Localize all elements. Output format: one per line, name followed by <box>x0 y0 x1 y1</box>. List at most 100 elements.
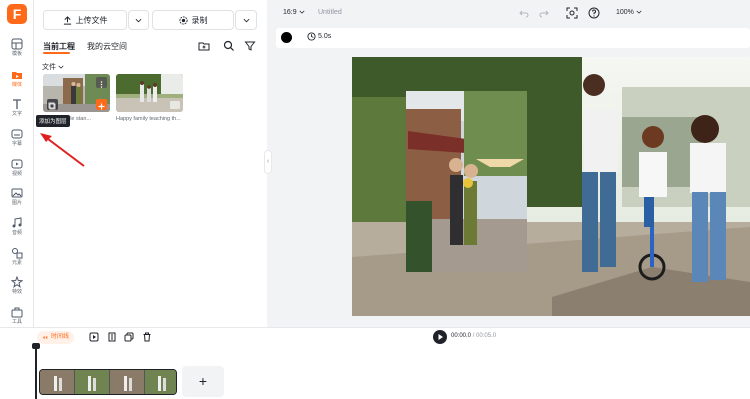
chevron-down-icon <box>135 18 142 22</box>
clock-icon <box>307 32 316 41</box>
duration-label: 5.0s <box>318 33 332 40</box>
preview-canvas[interactable] <box>352 57 750 316</box>
redo-icon[interactable] <box>539 8 549 18</box>
upload-label: 上传文件 <box>75 15 108 25</box>
media-icon <box>12 72 22 79</box>
clip-filmstrip <box>40 370 176 394</box>
record-dropdown-button[interactable] <box>235 10 257 30</box>
chevron-down-icon <box>58 65 64 69</box>
image-icon <box>11 188 23 198</box>
project-title[interactable]: Untitled <box>318 9 342 16</box>
rail-label: 文字 <box>11 111 22 117</box>
add-clip-button[interactable]: + <box>182 366 224 397</box>
upload-button[interactable]: 上传文件 <box>43 10 127 30</box>
tab-current-project[interactable]: 当前工程 <box>43 41 75 52</box>
rail-label: 工具 <box>11 319 22 325</box>
rail-label: 字幕 <box>11 141 22 147</box>
duration-control[interactable]: 5.0s <box>307 32 331 41</box>
audio-icon <box>12 217 22 228</box>
record-button[interactable]: 录制 <box>152 10 234 30</box>
time-display: 00:00.0 / 00:05.0 <box>451 333 496 339</box>
aspect-ratio-select[interactable]: 16:9 <box>283 9 305 16</box>
plus-icon <box>98 103 105 110</box>
editor-app: F 模板 媒体 文字 字幕 视频 图片 音频 元素 特效 工具 上传文件 录制 … <box>0 0 750 399</box>
play-icon <box>438 334 443 340</box>
timeline-clip[interactable] <box>39 369 177 395</box>
new-folder-icon[interactable] <box>197 39 211 53</box>
rail-label: 模板 <box>11 51 22 57</box>
add-media-icon[interactable] <box>89 332 99 342</box>
split-icon[interactable] <box>107 332 117 342</box>
tools-icon <box>11 307 23 318</box>
more-icon <box>100 81 103 88</box>
annotation-arrow-icon <box>40 133 85 167</box>
rail-label: 图片 <box>11 200 22 206</box>
layer-icon <box>48 102 56 110</box>
record-icon <box>178 15 188 25</box>
folder-label: 文件 <box>42 64 56 71</box>
tab-underline <box>43 52 70 54</box>
effects-icon <box>11 276 23 288</box>
top-toolbar: 16:9 Untitled 100% <box>267 0 750 27</box>
rail-item-media[interactable]: 媒体 <box>0 67 34 95</box>
current-time: 00:00.0 <box>451 333 472 339</box>
text-icon <box>13 99 21 109</box>
rail-label: 视频 <box>11 171 22 177</box>
search-icon[interactable] <box>222 39 236 53</box>
delete-icon[interactable] <box>142 332 152 342</box>
rail-item-elements[interactable]: 元素 <box>0 245 34 273</box>
rail-label: 音频 <box>11 230 22 236</box>
rail-label: 媒体 <box>11 82 22 88</box>
chevron-down-icon <box>243 18 249 22</box>
rail-item-template[interactable]: 模板 <box>0 36 34 64</box>
template-icon <box>11 38 23 50</box>
help-icon[interactable] <box>588 7 600 19</box>
zoom-select[interactable]: 100% <box>616 9 642 16</box>
rail-label: 特效 <box>11 289 22 295</box>
left-rail: F 模板 媒体 文字 字幕 视频 图片 音频 元素 特效 工具 <box>0 0 34 327</box>
aspect-ratio-label: 16:9 <box>283 9 297 16</box>
elements-icon <box>12 248 23 259</box>
folder-toggle[interactable]: 文件 <box>42 62 64 72</box>
more-options-button[interactable] <box>96 77 107 88</box>
rail-item-image[interactable]: 图片 <box>0 185 34 213</box>
record-label: 录制 <box>191 15 208 25</box>
video-icon <box>11 159 23 169</box>
aspect-badge <box>170 101 180 109</box>
total-time: / 00:05.0 <box>472 333 497 339</box>
rail-label: 元素 <box>11 260 22 266</box>
upload-dropdown-button[interactable] <box>128 10 149 30</box>
timeline-label: 时间线 <box>51 334 70 340</box>
subtitle-icon <box>11 129 23 139</box>
rail-item-video[interactable]: 视频 <box>0 156 34 184</box>
rail-item-text[interactable]: 文字 <box>0 96 34 124</box>
tab-cloud-space[interactable]: 我的云空间 <box>87 41 127 52</box>
play-button[interactable] <box>433 330 447 344</box>
chevron-down-icon <box>299 10 305 14</box>
rail-item-audio[interactable]: 音频 <box>0 215 34 243</box>
media-thumbnail-2[interactable] <box>116 74 183 112</box>
add-layer-button[interactable] <box>47 99 58 110</box>
timeline-icon <box>42 335 48 340</box>
zoom-label: 100% <box>616 9 634 16</box>
add-layer-tooltip: 添加为图层 <box>36 115 70 127</box>
playhead[interactable] <box>35 346 37 399</box>
rail-item-subtitle[interactable]: 字幕 <box>0 126 34 154</box>
rail-item-effects[interactable]: 特效 <box>0 274 34 302</box>
chevron-down-icon <box>636 10 642 14</box>
panel-collapse-handle[interactable]: ‹ <box>264 150 272 174</box>
overlay-layer-image[interactable] <box>406 91 527 272</box>
add-to-timeline-button[interactable] <box>96 99 107 110</box>
timeline-toggle[interactable]: 时间线 <box>37 331 75 344</box>
media-caption-2: Happy family teaching th... <box>116 116 181 122</box>
undo-icon[interactable] <box>519 8 529 18</box>
background-color-swatch[interactable] <box>281 32 292 43</box>
app-logo[interactable]: F <box>7 4 27 24</box>
media-thumbnail-1[interactable] <box>43 74 110 112</box>
duplicate-icon[interactable] <box>124 332 134 342</box>
upload-icon <box>63 15 71 25</box>
filter-icon[interactable] <box>243 39 257 53</box>
element-toolbar: 5.0s <box>276 28 750 48</box>
timeline-panel: 时间线 00:00.0 / 00:05.0 + <box>0 327 750 399</box>
screenshot-icon[interactable] <box>566 7 578 19</box>
